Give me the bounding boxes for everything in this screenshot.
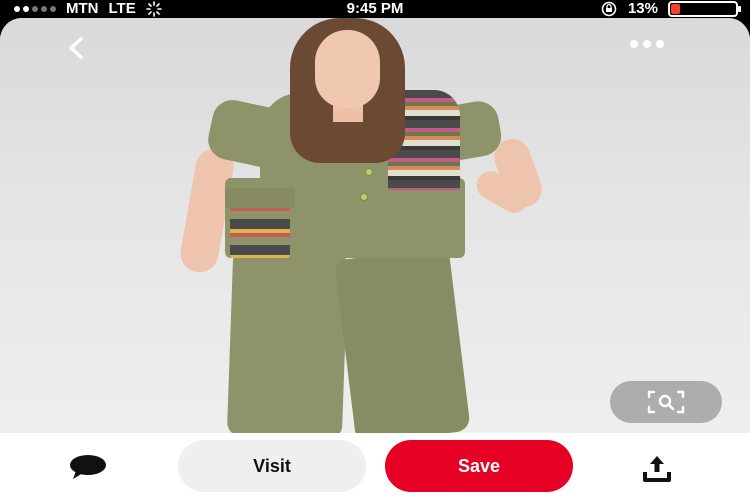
- save-button[interactable]: Save: [385, 440, 573, 492]
- right-trouser: [334, 246, 471, 445]
- more-dots-icon: [630, 40, 638, 48]
- left-trouser: [226, 251, 349, 440]
- share-upload-icon: [643, 456, 671, 482]
- pocket-flap: [225, 188, 295, 208]
- visual-search-button[interactable]: [610, 381, 722, 423]
- face: [315, 30, 380, 108]
- status-bar: MTN LTE 9:45 PM 13%: [0, 0, 750, 18]
- more-options-button[interactable]: [630, 40, 664, 48]
- model-figure: [170, 18, 570, 445]
- status-right: 13%: [600, 0, 741, 18]
- more-dots-icon: [656, 40, 664, 48]
- chevron-left-icon: [69, 37, 83, 59]
- back-button[interactable]: [62, 34, 92, 64]
- pin-closeup-card: Visit Save: [0, 18, 750, 500]
- action-bar: Visit Save: [0, 433, 750, 500]
- comment-bubble-icon: [70, 455, 106, 479]
- battery-icon: [668, 1, 741, 17]
- visit-button[interactable]: Visit: [178, 440, 366, 492]
- comment-button[interactable]: [64, 452, 112, 482]
- visual-search-icon: [647, 390, 685, 414]
- tunic-button: [360, 193, 368, 201]
- more-dots-icon: [643, 40, 651, 48]
- battery-percent: 13%: [627, 0, 658, 17]
- pin-image[interactable]: [0, 18, 750, 445]
- share-button[interactable]: [640, 452, 674, 486]
- tunic-button: [365, 168, 373, 176]
- orientation-lock-icon: [601, 1, 617, 17]
- battery-fill: [671, 4, 680, 14]
